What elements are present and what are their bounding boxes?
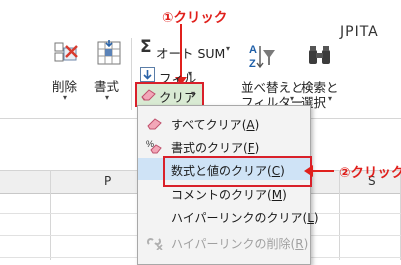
fill-down-icon xyxy=(140,67,155,82)
chevron-down-icon: ▾ xyxy=(328,94,333,103)
annotation-arrow-2 xyxy=(312,170,334,172)
chevron-down-icon: ▾ xyxy=(63,93,68,102)
delete-cells-icon xyxy=(54,42,78,62)
menu-item-clear-all[interactable]: すべてクリア(A) xyxy=(138,112,310,134)
menu-item-accesskey: M xyxy=(271,188,283,202)
chevron-down-icon: ▾ xyxy=(226,44,231,53)
menu-item-clear-hyperlinks[interactable]: ハイパーリンクのクリア(L) xyxy=(138,205,319,227)
find-select-button[interactable]: 検索と 選択 ▾ xyxy=(298,40,348,110)
autosum-button[interactable]: Σ オート SUM ▾ xyxy=(140,37,235,61)
eraser-icon xyxy=(147,118,162,130)
chevron-down-icon: ▾ xyxy=(105,93,110,102)
chevron-down-icon: ▾ xyxy=(188,69,193,78)
menu-item-accesskey: R xyxy=(295,237,304,251)
grid-line xyxy=(50,170,51,260)
menu-item-clear-formats[interactable]: % 書式のクリア(F) xyxy=(138,135,310,157)
highlight-box-clear xyxy=(135,82,204,107)
column-header-p[interactable]: P xyxy=(104,174,111,188)
menu-item-label: すべてクリア xyxy=(171,118,242,132)
format-button[interactable]: 書式 ▾ xyxy=(92,40,126,104)
binoculars-icon xyxy=(309,46,330,64)
menu-item-label: コメントのクリア xyxy=(171,188,268,202)
highlight-box-clear-contents xyxy=(163,156,312,187)
annotation-step2: ②クリック xyxy=(339,165,401,181)
annotation-arrowhead-2 xyxy=(304,165,313,177)
clear-formats-icon: % xyxy=(146,139,162,154)
menu-item-label: 書式のクリア xyxy=(171,141,244,155)
grid-line xyxy=(339,170,340,260)
watermark: JPITA xyxy=(340,24,379,40)
svg-text:A: A xyxy=(249,44,257,56)
sort-filter-icon: A Z xyxy=(249,44,275,70)
format-cells-icon xyxy=(97,40,121,65)
annotation-step1: ①クリック xyxy=(162,10,228,26)
chevron-down-icon: ▾ xyxy=(290,94,295,103)
menu-item-accesskey: A xyxy=(246,118,255,132)
svg-text:Z: Z xyxy=(249,58,256,70)
menu-item-accesskey: L xyxy=(307,211,314,225)
sigma-icon: Σ xyxy=(140,37,152,57)
sort-filter-button[interactable]: A Z 並べ替えと フィルター ▾ xyxy=(240,40,304,110)
remove-hyperlink-icon xyxy=(146,237,163,250)
menu-item-accesskey: F xyxy=(247,141,255,155)
menu-item-remove-hyperlinks: ハイパーリンクの削除(R) xyxy=(138,231,310,253)
autosum-label: オート SUM xyxy=(156,46,226,61)
menu-item-label: ハイパーリンクのクリア xyxy=(171,211,303,225)
menu-item-label: ハイパーリンクの削除 xyxy=(171,237,291,251)
delete-button[interactable]: 削除 ▾ xyxy=(50,40,84,104)
group-divider xyxy=(131,38,132,110)
